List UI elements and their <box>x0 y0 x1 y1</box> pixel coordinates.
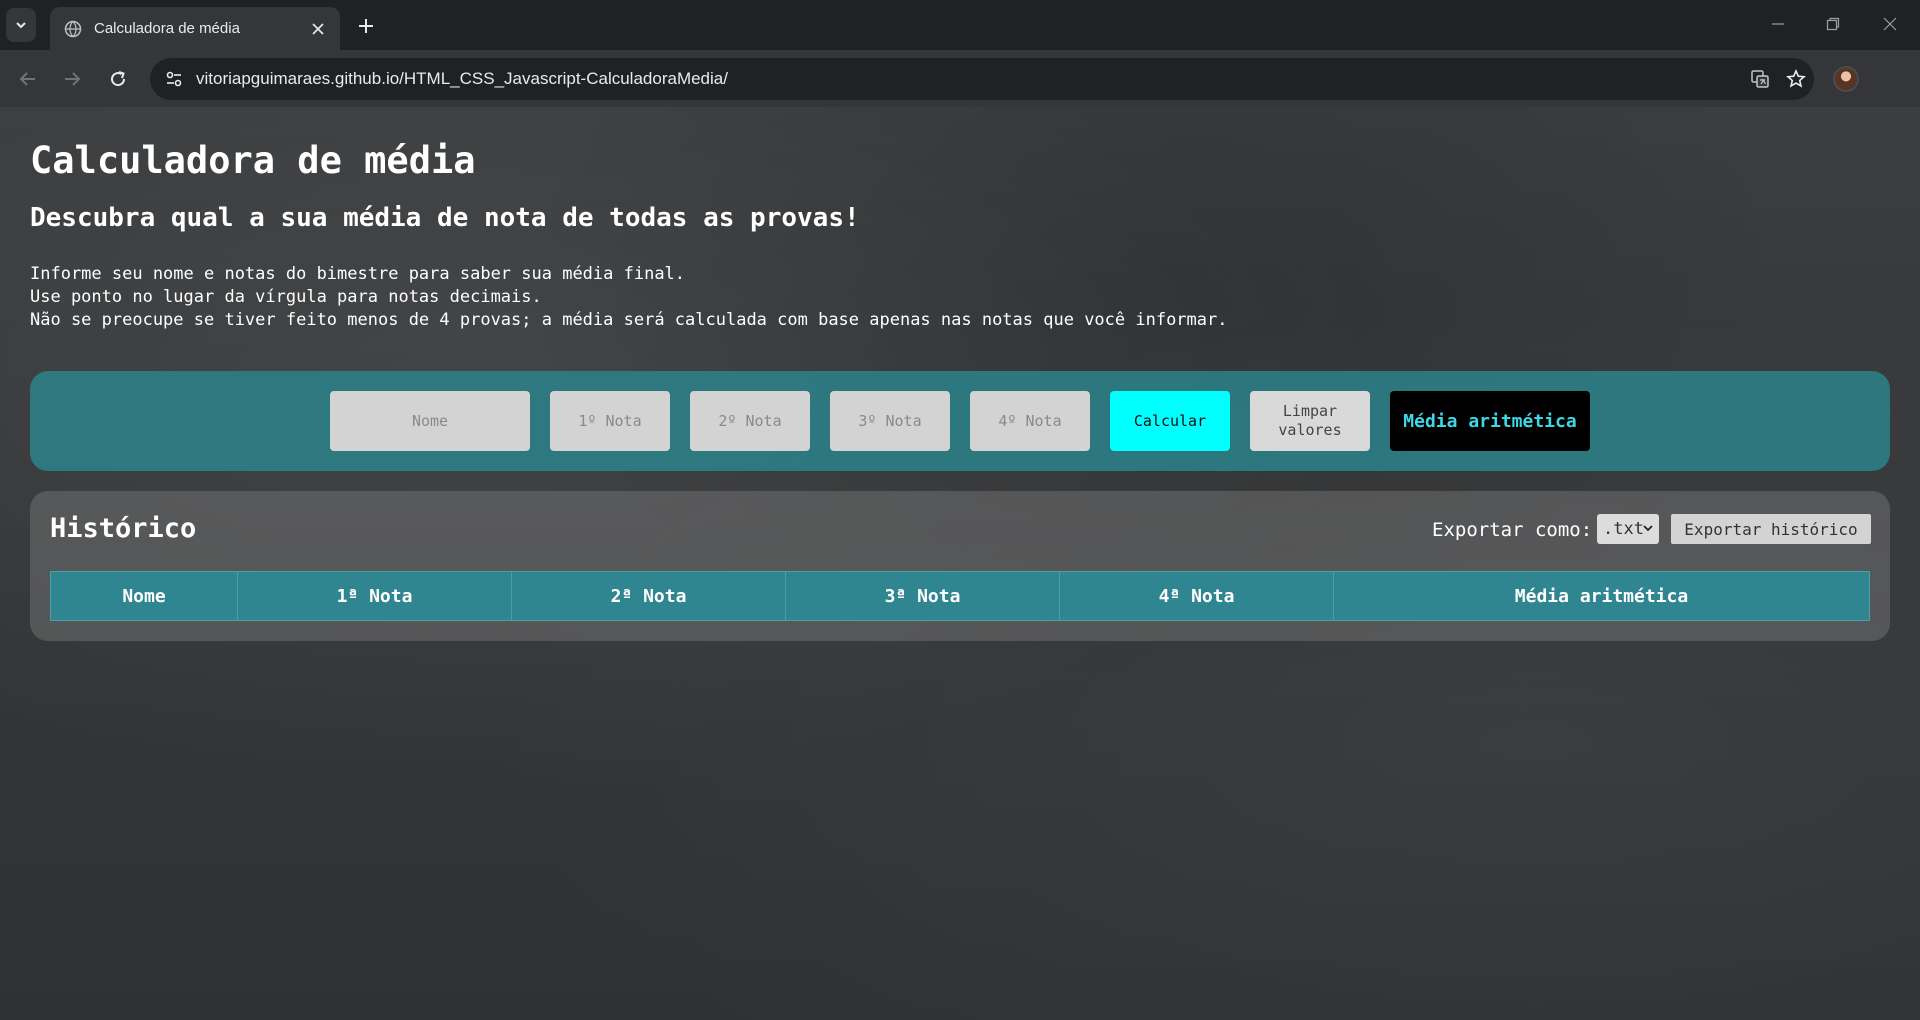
instructions: Informe seu nome e notas do bimestre par… <box>30 263 1227 332</box>
arrow-left-icon <box>19 72 35 86</box>
minimize-button[interactable] <box>1758 10 1798 38</box>
tab-close-icon[interactable] <box>308 19 328 39</box>
column-header-grade-1: 1ª Nota <box>237 571 512 621</box>
profile-avatar[interactable] <box>1833 66 1859 92</box>
column-header-grade-2: 2ª Nota <box>511 571 786 621</box>
forward-button[interactable] <box>57 64 87 94</box>
name-input[interactable] <box>330 391 530 451</box>
history-panel: Histórico Exportar como: .txt Exportar h… <box>30 491 1890 641</box>
page-viewport: Calculadora de média Descubra qual a sua… <box>0 107 1920 1020</box>
table-header-row: Nome 1ª Nota 2ª Nota 3ª Nota 4ª Nota Méd… <box>50 571 1870 621</box>
history-title: Histórico <box>50 513 197 544</box>
export-format-value: .txt <box>1603 519 1644 539</box>
column-header-grade-4: 4ª Nota <box>1059 571 1334 621</box>
export-history-button[interactable]: Exportar histórico <box>1671 514 1871 544</box>
page-title: Calculadora de média <box>30 139 476 182</box>
column-header-average: Média aritmética <box>1333 571 1870 621</box>
address-bar[interactable]: vitoriapguimaraes.github.io/HTML_CSS_Jav… <box>150 58 1814 100</box>
restore-icon <box>1826 17 1840 31</box>
tab-title: Calculadora de média <box>94 20 240 37</box>
globe-icon <box>64 20 82 38</box>
new-tab-button[interactable] <box>352 12 380 40</box>
url-text: vitoriapguimaraes.github.io/HTML_CSS_Jav… <box>196 69 728 88</box>
plus-icon <box>359 19 373 33</box>
grade-2-input[interactable] <box>690 391 810 451</box>
tab-search-button[interactable] <box>6 8 36 42</box>
grade-1-input[interactable] <box>550 391 670 451</box>
reload-icon <box>111 71 126 87</box>
instruction-line: Use ponto no lugar da vírgula para notas… <box>30 287 542 307</box>
export-label: Exportar como: <box>1432 519 1593 541</box>
bookmark-star-icon[interactable] <box>1778 61 1814 97</box>
grade-4-input[interactable] <box>970 391 1090 451</box>
calculator-panel: Calcular Limpar valores Média aritmética <box>30 371 1890 471</box>
column-header-grade-3: 3ª Nota <box>785 571 1060 621</box>
reload-button[interactable] <box>103 64 133 94</box>
minimize-icon <box>1772 23 1784 25</box>
site-info-icon[interactable] <box>162 67 186 91</box>
calculate-button[interactable]: Calcular <box>1110 391 1230 451</box>
result-display: Média aritmética <box>1390 391 1590 451</box>
restore-button[interactable] <box>1813 10 1853 38</box>
grade-3-input[interactable] <box>830 391 950 451</box>
clear-values-button[interactable]: Limpar valores <box>1250 391 1370 451</box>
page-subtitle: Descubra qual a sua média de nota de tod… <box>30 203 860 233</box>
instruction-line: Informe seu nome e notas do bimestre par… <box>30 264 686 284</box>
translate-icon[interactable] <box>1742 61 1778 97</box>
export-format-select[interactable]: .txt <box>1597 514 1659 544</box>
browser-toolbar: vitoriapguimaraes.github.io/HTML_CSS_Jav… <box>0 50 1920 137</box>
arrow-right-icon <box>65 72 81 86</box>
close-icon <box>1883 17 1897 31</box>
browser-tab-active[interactable]: Calculadora de média <box>50 7 340 50</box>
clear-label-line-2: valores <box>1278 421 1342 439</box>
column-header-name: Nome <box>50 571 238 621</box>
back-button[interactable] <box>13 64 43 94</box>
clear-label-line-1: Limpar <box>1282 402 1338 420</box>
close-window-button[interactable] <box>1870 10 1910 38</box>
instruction-line: Não se preocupe se tiver feito menos de … <box>30 310 1228 330</box>
chevron-down-icon <box>1643 525 1653 532</box>
chevron-down-icon <box>16 22 26 29</box>
history-table: Nome 1ª Nota 2ª Nota 3ª Nota 4ª Nota Méd… <box>50 571 1870 621</box>
browser-tabstrip: Calculadora de média <box>0 0 1920 50</box>
